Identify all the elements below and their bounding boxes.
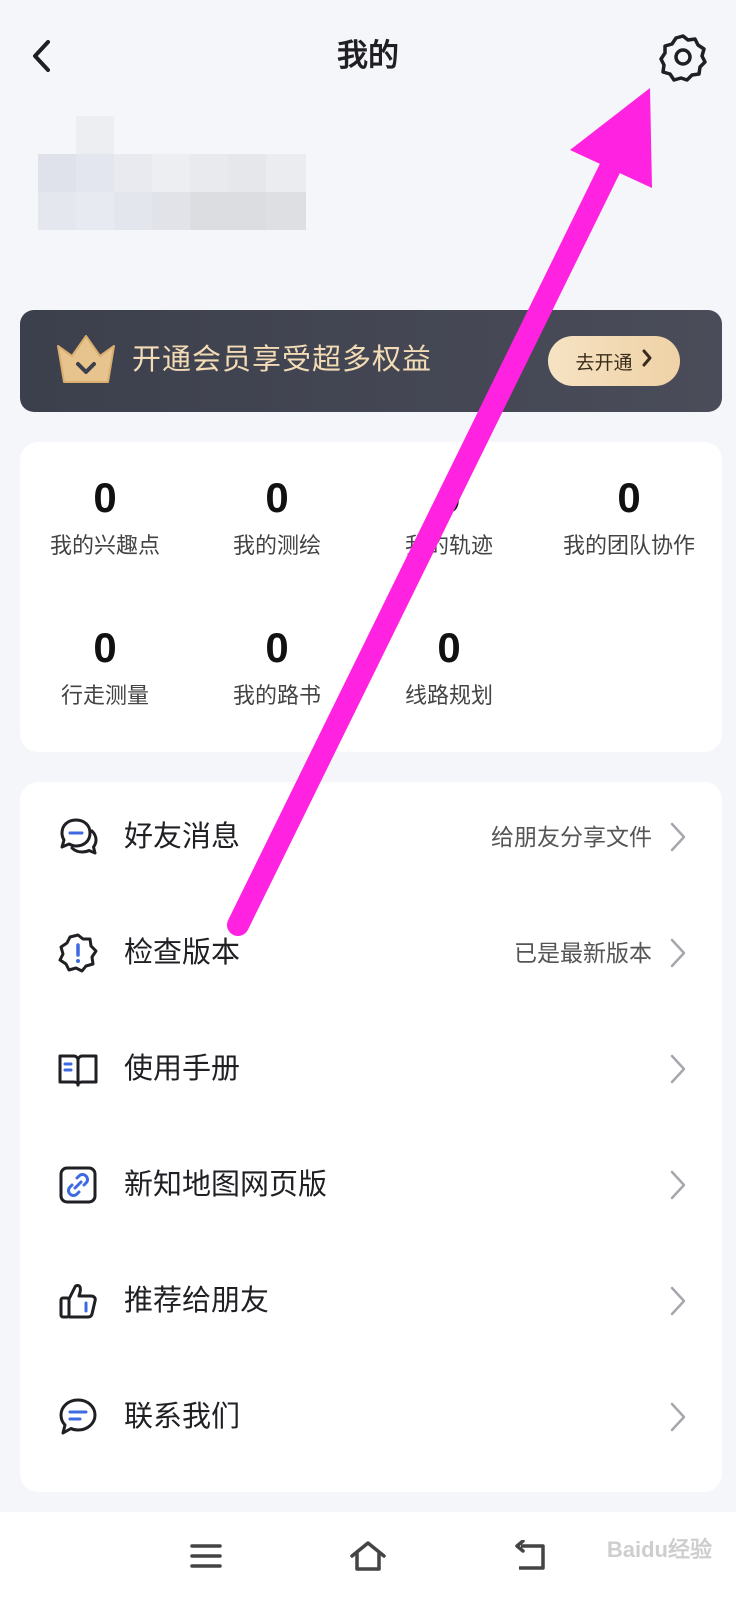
stat-label: 我的团队协作 — [562, 533, 695, 558]
stat-poi[interactable]: 0 我的兴趣点 — [20, 472, 190, 560]
activate-membership-button[interactable]: 去开通 — [548, 336, 680, 386]
home-icon — [350, 1541, 386, 1571]
stat-value: 0 — [265, 624, 289, 671]
profile-blurred[interactable] — [38, 116, 314, 236]
link-icon — [59, 1166, 97, 1204]
menu-item-label: 推荐给朋友 — [124, 1285, 270, 1317]
stat-value: 0 — [437, 474, 461, 521]
crown-icon — [57, 335, 115, 383]
gear-icon — [659, 34, 707, 82]
stat-route-planning[interactable]: 0 线路规划 — [364, 622, 534, 710]
menu-item-label: 使用手册 — [124, 1053, 241, 1085]
stat-label: 线路规划 — [404, 683, 493, 708]
menu-item-label: 新知地图网页版 — [124, 1169, 328, 1201]
watermark: Baidu经验 — [606, 1537, 712, 1562]
book-icon — [58, 1054, 98, 1087]
stat-value: 0 — [93, 474, 117, 521]
membership-text: 开通会员享受超多权益 — [132, 344, 433, 376]
stat-value: 0 — [617, 474, 641, 521]
chevron-right-icon — [641, 349, 653, 373]
menu-card: 好友消息 给朋友分享文件 检查版本 已是最新版本 使用手册 新知地图网页版 推荐… — [20, 782, 722, 1492]
membership-banner[interactable]: 开通会员享受超多权益 去开通 — [20, 310, 722, 412]
chevron-right-icon — [670, 1170, 686, 1200]
menu-item-label: 好友消息 — [124, 821, 241, 853]
menu-item-label: 检查版本 — [124, 937, 241, 969]
chevron-right-icon — [670, 822, 686, 852]
settings-button[interactable] — [656, 30, 710, 84]
stat-walk-measure[interactable]: 0 行走测量 — [20, 622, 190, 710]
menu-item-friend-messages[interactable]: 好友消息 给朋友分享文件 — [20, 782, 722, 892]
stat-value: 0 — [93, 624, 117, 671]
nav-back-button[interactable] — [500, 1528, 560, 1584]
menu-item-contact-us[interactable]: 联系我们 — [20, 1362, 722, 1472]
page-title: 我的 — [337, 38, 399, 73]
chevron-right-icon — [670, 1286, 686, 1316]
menu-item-label: 联系我们 — [124, 1401, 241, 1433]
stat-roadbook[interactable]: 0 我的路书 — [192, 622, 362, 710]
stat-survey[interactable]: 0 我的测绘 — [192, 472, 362, 560]
stat-team[interactable]: 0 我的团队协作 — [536, 472, 722, 560]
stats-card: 0 我的兴趣点 0 我的测绘 0 我的轨迹 0 我的团队协作 0 行走测量 0 … — [20, 442, 722, 752]
thumbs-up-icon — [59, 1284, 97, 1319]
message-icon — [59, 1398, 97, 1435]
stat-label: 我的轨迹 — [404, 533, 493, 558]
stat-label: 我的兴趣点 — [49, 533, 160, 558]
chevron-right-icon — [670, 1054, 686, 1084]
menu-item-web-version[interactable]: 新知地图网页版 — [20, 1130, 722, 1240]
stat-tracks[interactable]: 0 我的轨迹 — [364, 472, 534, 560]
stat-label: 我的测绘 — [232, 533, 321, 558]
menu-item-recommend-friends[interactable]: 推荐给朋友 — [20, 1246, 722, 1356]
stat-label: 我的路书 — [232, 683, 321, 708]
header: 我的 — [0, 0, 736, 118]
chevron-right-icon — [670, 938, 686, 968]
nav-menu-button[interactable] — [176, 1528, 236, 1584]
stat-value: 0 — [265, 474, 289, 521]
nav-home-button[interactable] — [338, 1528, 398, 1584]
chevron-right-icon — [670, 1402, 686, 1432]
menu-item-subtitle: 已是最新版本 — [514, 940, 652, 966]
back-icon — [515, 1540, 545, 1570]
activate-button-label: 去开通 — [575, 352, 633, 374]
menu-item-subtitle: 给朋友分享文件 — [491, 824, 652, 850]
menu-item-check-version[interactable]: 检查版本 已是最新版本 — [20, 898, 722, 1008]
stat-value: 0 — [437, 624, 461, 671]
alert-badge-icon — [58, 933, 98, 973]
menu-item-user-manual[interactable]: 使用手册 — [20, 1014, 722, 1124]
chat-bubbles-icon — [60, 818, 98, 855]
menu-icon — [190, 1544, 222, 1568]
stat-label: 行走测量 — [60, 683, 149, 708]
